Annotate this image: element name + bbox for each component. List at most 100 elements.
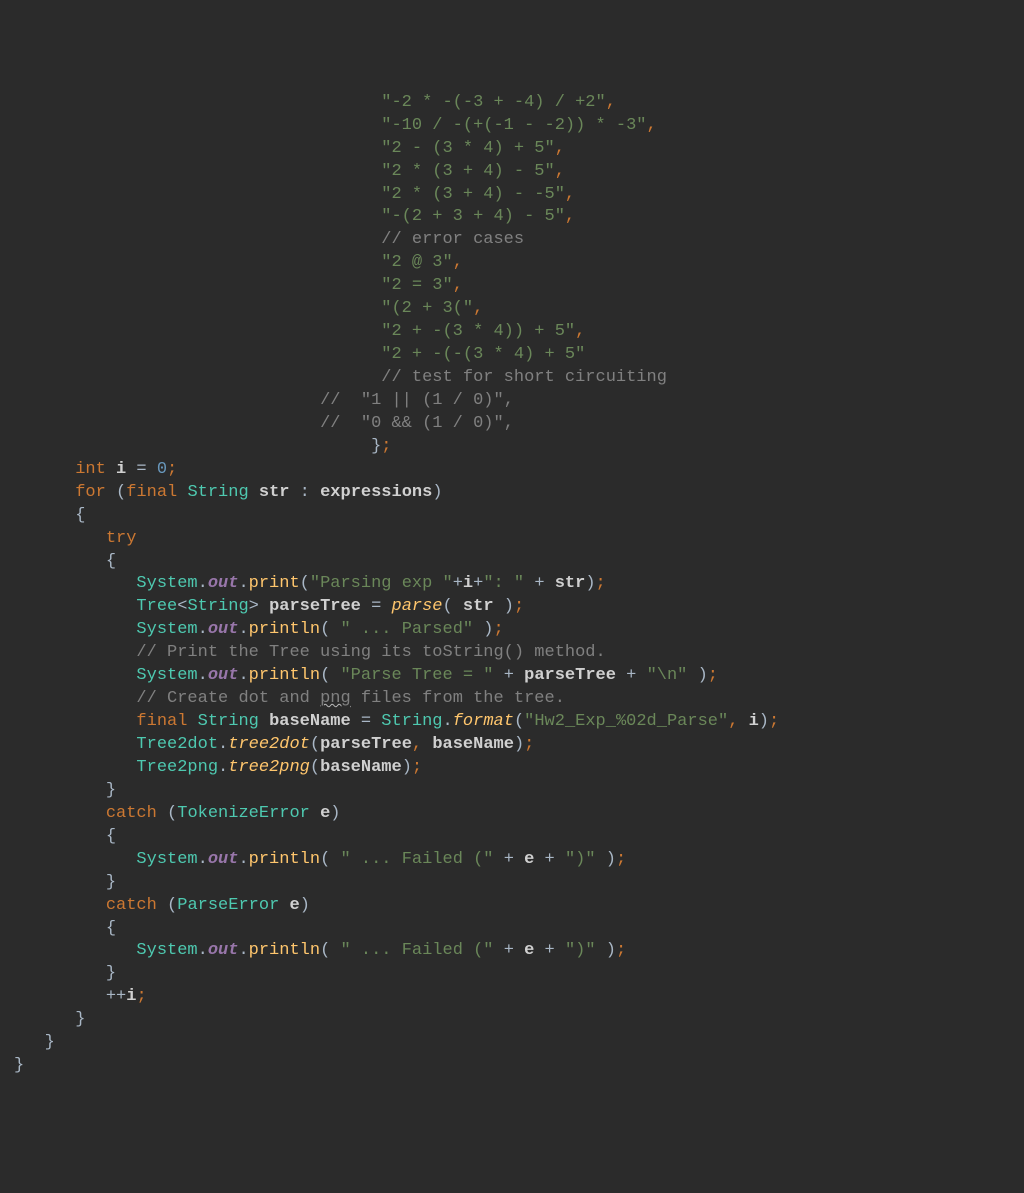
code-token: ) <box>300 896 310 915</box>
code-token: out <box>208 574 239 593</box>
code-line: "(2 + 3(", <box>14 298 1010 321</box>
code-token: i <box>749 712 759 731</box>
code-token: : <box>289 483 320 502</box>
code-line: // error cases <box>14 229 1010 252</box>
code-token: ; <box>412 758 422 777</box>
code-line: "2 * (3 + 4) - 5", <box>14 161 1010 184</box>
code-token: ; <box>381 437 391 456</box>
code-token: baseName <box>269 712 351 731</box>
code-token: ( <box>310 735 320 754</box>
code-token: Tree2png <box>136 758 218 777</box>
code-line: int i = 0; <box>14 459 1010 482</box>
code-token: ) <box>402 758 412 777</box>
code-line: Tree2dot.tree2dot(parseTree, baseName); <box>14 734 1010 757</box>
code-token: final <box>126 483 187 502</box>
code-token: e <box>289 896 299 915</box>
code-token: out <box>208 850 239 869</box>
code-token: ) <box>514 735 524 754</box>
code-token: ( <box>320 850 340 869</box>
code-line: // Create dot and png files from the tre… <box>14 688 1010 711</box>
code-token: . <box>218 758 228 777</box>
code-token: "\n" <box>647 666 688 685</box>
code-token: ) <box>432 483 442 502</box>
code-line: System.out.println( "Parse Tree = " + pa… <box>14 665 1010 688</box>
code-line: System.out.println( " ... Failed (" + e … <box>14 940 1010 963</box>
code-token: out <box>208 666 239 685</box>
code-token: println <box>249 941 320 960</box>
code-token: } <box>106 873 116 892</box>
code-token: "Parse Tree = " <box>340 666 493 685</box>
code-token: ( <box>443 597 463 616</box>
code-token: String <box>187 597 248 616</box>
code-token: + <box>494 941 525 960</box>
code-line: catch (ParseError e) <box>14 895 1010 918</box>
code-line: System.out.print("Parsing exp "+i+": " +… <box>14 573 1010 596</box>
code-token: , <box>565 185 575 204</box>
code-token <box>279 896 289 915</box>
code-token: baseName <box>432 735 514 754</box>
code-token: . <box>198 941 208 960</box>
code-token: str <box>463 597 494 616</box>
code-token <box>249 483 259 502</box>
code-token: ) <box>473 620 493 639</box>
code-token: { <box>106 919 116 938</box>
code-token: + <box>534 941 565 960</box>
code-token: // test for short circuiting <box>381 368 667 387</box>
code-line: System.out.println( " ... Parsed" ); <box>14 619 1010 642</box>
code-line: "2 + -(-(3 * 4) + 5" <box>14 344 1010 367</box>
code-line: // "1 || (1 / 0)", <box>14 390 1010 413</box>
code-line: } <box>14 1009 1010 1032</box>
code-token: ": " <box>483 574 524 593</box>
code-token: } <box>14 1056 24 1075</box>
code-token: out <box>208 941 239 960</box>
code-token: final <box>136 712 197 731</box>
code-token: i <box>463 574 473 593</box>
code-token: . <box>198 666 208 685</box>
code-token: = <box>351 712 382 731</box>
code-token: ) <box>330 804 340 823</box>
code-line: System.out.println( " ... Failed (" + e … <box>14 849 1010 872</box>
code-token: ; <box>167 460 177 479</box>
code-token: "(2 + 3(" <box>381 299 473 318</box>
code-token: , <box>565 207 575 226</box>
code-token: . <box>198 850 208 869</box>
code-token: str <box>259 483 290 502</box>
code-line: catch (TokenizeError e) <box>14 803 1010 826</box>
code-token: TokenizeError <box>177 804 310 823</box>
code-token: baseName <box>320 758 402 777</box>
code-token: + <box>473 574 483 593</box>
code-token: ) <box>494 597 514 616</box>
code-token: parseTree <box>320 735 412 754</box>
code-token: ; <box>514 597 524 616</box>
code-token: + <box>616 666 647 685</box>
code-token: , <box>555 162 565 181</box>
code-token: ) <box>596 941 616 960</box>
code-token: Tree <box>136 597 177 616</box>
code-token: "2 * (3 + 4) - -5" <box>381 185 565 204</box>
code-token: catch <box>106 804 167 823</box>
code-token: print <box>249 574 300 593</box>
code-token: . <box>238 620 248 639</box>
code-token: } <box>45 1033 55 1052</box>
code-token: "-10 / -(+(-1 - -2)) * -3" <box>381 116 646 135</box>
code-line: } <box>14 780 1010 803</box>
code-token: "Hw2_Exp_%02d_Parse" <box>524 712 728 731</box>
code-token: . <box>218 735 228 754</box>
code-line: } <box>14 1055 1010 1078</box>
code-editor[interactable]: "-2 * -(-3 + -4) / +2", "-10 / -(+(-1 - … <box>0 92 1024 1078</box>
code-token: . <box>238 574 248 593</box>
code-token: + <box>524 574 555 593</box>
code-token: e <box>524 941 534 960</box>
code-token: { <box>106 552 116 571</box>
code-token: System <box>136 941 197 960</box>
code-token: , <box>728 712 748 731</box>
code-line: // test for short circuiting <box>14 367 1010 390</box>
code-token: ParseError <box>177 896 279 915</box>
code-token: "2 @ 3" <box>381 253 452 272</box>
code-line: } <box>14 1032 1010 1055</box>
code-token: "2 - (3 * 4) + 5" <box>381 139 554 158</box>
code-line: try <box>14 528 1010 551</box>
code-token: // Print the Tree using its toString() m… <box>136 643 605 662</box>
code-token: println <box>249 666 320 685</box>
code-token: , <box>647 116 657 135</box>
